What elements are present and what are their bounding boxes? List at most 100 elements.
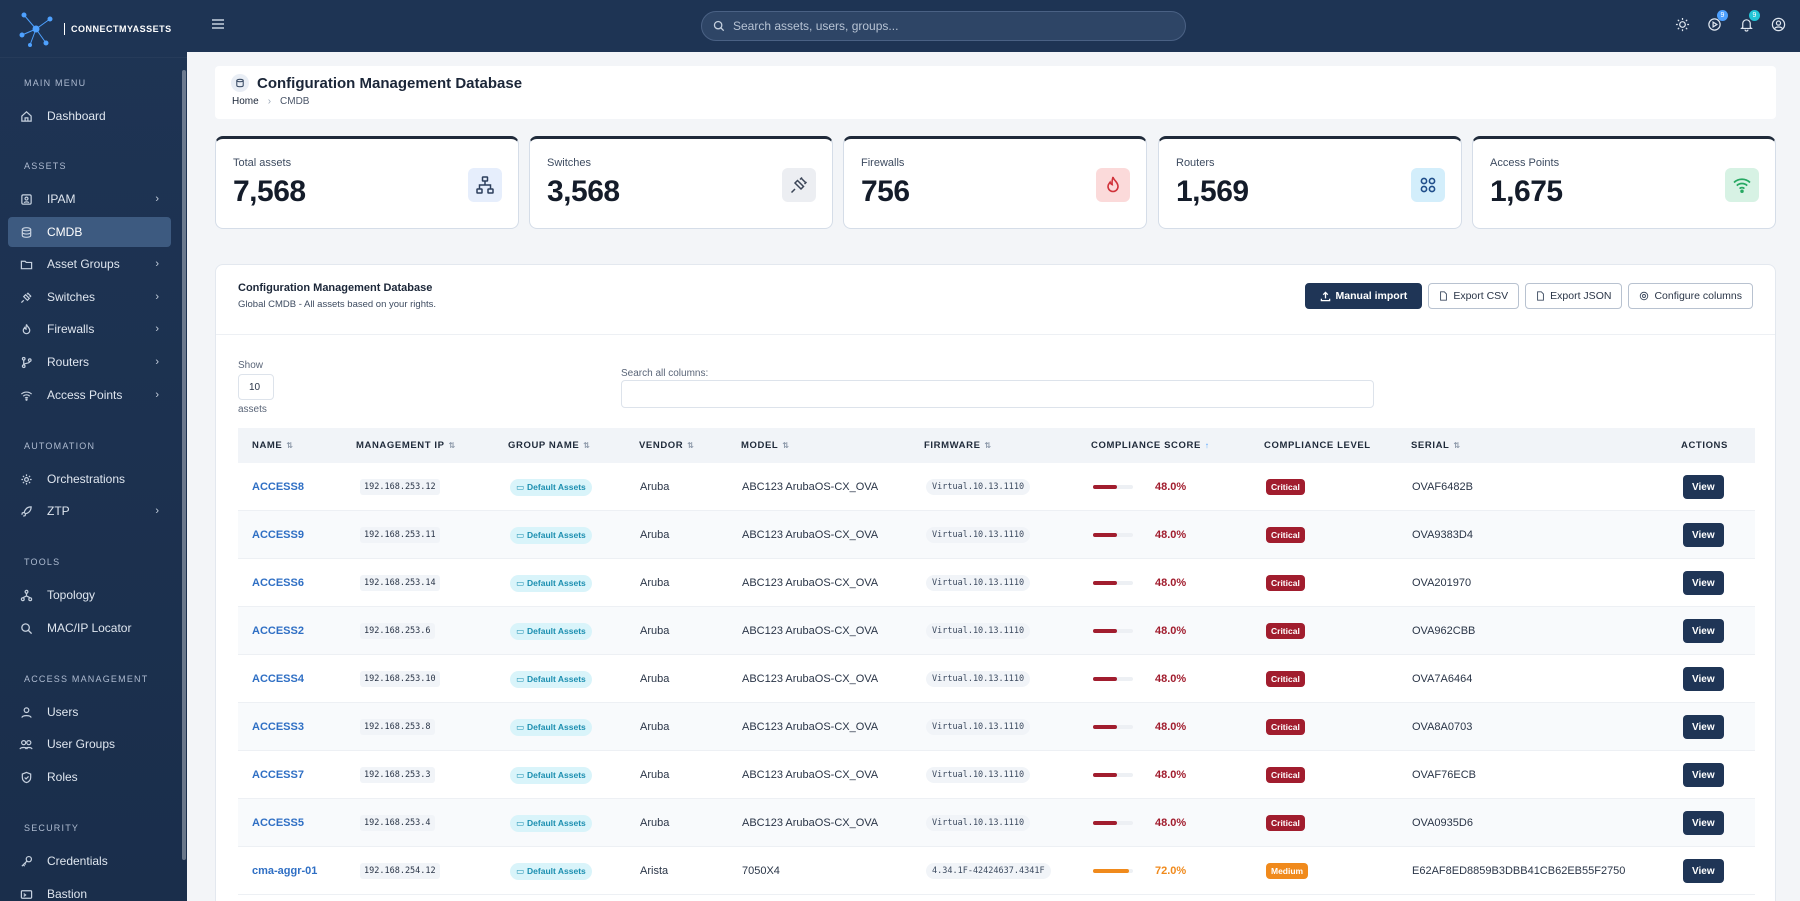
model: ABC123 ArubaOS-CX_OVA (742, 673, 879, 685)
serial: OVAF6482B (1412, 481, 1473, 493)
sidebar-item-asset-groups[interactable]: Asset Groups › (8, 249, 171, 279)
activity-icon[interactable]: 9 (1706, 10, 1728, 32)
view-button[interactable]: View (1683, 763, 1724, 787)
sidebar-scrollbar[interactable] (182, 70, 186, 860)
column-header-firmware[interactable]: FIRMWARE ⇅ (924, 440, 992, 451)
global-search-input[interactable] (733, 19, 1163, 33)
asset-name-link[interactable]: ACCESS8 (252, 481, 304, 493)
column-header-name[interactable]: NAME ⇅ (252, 440, 294, 451)
database-icon (231, 74, 249, 92)
column-label: MODEL (741, 440, 779, 451)
sidebar-item-access-points[interactable]: Access Points › (8, 380, 171, 410)
column-header-serial[interactable]: SERIAL ⇅ (1411, 440, 1461, 451)
manual-import-button[interactable]: Manual import (1304, 283, 1423, 309)
sidebar-item-label: Roles (47, 770, 78, 784)
configure-columns-button[interactable]: Configure columns (1628, 283, 1753, 309)
sidebar-item-user-groups[interactable]: User Groups (8, 729, 171, 759)
model: 7050X4 (742, 865, 780, 877)
sidebar-item-label: Bastion (47, 887, 88, 901)
brand-logo[interactable]: CONNECTMYASSETS (0, 0, 187, 58)
column-header-compliance-score[interactable]: COMPLIANCE SCORE ↑ (1091, 440, 1210, 451)
sidebar-item-bastion[interactable]: Bastion (8, 879, 171, 901)
stat-card-switches[interactable]: Switches 3,568 (529, 136, 833, 229)
sidebar-item-dashboard[interactable]: Dashboard (8, 101, 171, 131)
menu-toggle-icon[interactable] (211, 17, 225, 31)
sidebar-item-cmdb[interactable]: CMDB (8, 217, 171, 247)
asset-name-link[interactable]: ACCESS2 (252, 625, 304, 637)
serial: OVAF76ECB (1412, 769, 1476, 781)
bell-icon[interactable]: 9 (1738, 10, 1760, 32)
breadcrumb: Home › CMDB (232, 96, 309, 107)
compliance-score: 48.0% (1155, 625, 1187, 637)
group-badge[interactable]: ▭ Default Assets (510, 622, 592, 640)
column-header-management-ip[interactable]: MANAGEMENT IP ⇅ (356, 440, 456, 451)
table-row: ACCESS4 192.168.253.10 ▭ Default Assets Arub… (238, 655, 1755, 703)
page-title: Configuration Management Database (231, 74, 522, 92)
view-button[interactable]: View (1683, 859, 1724, 883)
logo-icon (19, 12, 53, 47)
view-button[interactable]: View (1683, 475, 1724, 499)
sidebar-item-credentials[interactable]: Credentials (8, 846, 171, 876)
group-badge[interactable]: ▭ Default Assets (510, 766, 592, 784)
column-header-vendor[interactable]: VENDOR ⇅ (639, 440, 695, 451)
group-badge[interactable]: ▭ Default Assets (510, 670, 592, 688)
asset-name-link[interactable]: ACCESS3 (252, 721, 304, 733)
stat-card-routers[interactable]: Routers 1,569 (1158, 136, 1462, 229)
sidebar-item-ipam[interactable]: IPAM › (8, 184, 171, 214)
theme-toggle-icon[interactable] (1674, 16, 1690, 32)
group-badge[interactable]: ▭ Default Assets (510, 478, 592, 496)
asset-name-link[interactable]: cma-aggr-01 (252, 865, 317, 877)
user-avatar-icon[interactable] (1770, 16, 1786, 32)
asset-name-link[interactable]: ACCESS5 (252, 817, 304, 829)
firmware-badge: Virtual.10.13.1110 (926, 623, 1031, 639)
column-header-compliance-level[interactable]: COMPLIANCE LEVEL (1264, 440, 1371, 451)
group-badge[interactable]: ▭ Default Assets (510, 574, 592, 592)
stat-card-total-assets[interactable]: Total assets 7,568 (215, 136, 519, 229)
sidebar-item-mac-ip-locator[interactable]: MAC/IP Locator (8, 613, 171, 643)
global-search[interactable] (701, 11, 1186, 41)
export-csv-button[interactable]: Export CSV (1428, 283, 1520, 309)
asset-name-link[interactable]: ACCESS6 (252, 577, 304, 589)
view-button[interactable]: View (1683, 811, 1724, 835)
sidebar-item-topology[interactable]: Topology (8, 580, 171, 610)
sidebar-item-users[interactable]: Users (8, 697, 171, 727)
vendor: Aruba (640, 529, 670, 541)
group-badge[interactable]: ▭ Default Assets (510, 718, 592, 736)
group-badge[interactable]: ▭ Default Assets (510, 526, 592, 544)
card-title: Configuration Management Database (238, 282, 433, 294)
view-button[interactable]: View (1683, 571, 1724, 595)
export-json-button[interactable]: Export JSON (1525, 283, 1623, 309)
column-header-group-name[interactable]: GROUP NAME ⇅ (508, 440, 591, 451)
group-badge[interactable]: ▭ Default Assets (510, 862, 592, 880)
compliance-bar-fill (1093, 725, 1117, 729)
group-name: Default Assets (527, 530, 586, 540)
view-button[interactable]: View (1683, 715, 1724, 739)
chevron-right-icon: › (155, 389, 159, 401)
breadcrumb-home[interactable]: Home (232, 96, 259, 107)
sidebar-item-firewalls[interactable]: Firewalls › (8, 314, 171, 344)
management-ip: 192.168.253.4 (360, 815, 435, 831)
folder-icon (19, 257, 33, 271)
page-size-select[interactable]: 10 (238, 374, 274, 400)
search-all-input[interactable] (621, 380, 1374, 408)
stat-card-firewalls[interactable]: Firewalls 756 (843, 136, 1147, 229)
sidebar-item-routers[interactable]: Routers › (8, 347, 171, 377)
view-button[interactable]: View (1683, 523, 1724, 547)
export-csv-label: Export CSV (1453, 290, 1509, 302)
sidebar-item-switches[interactable]: Switches › (8, 282, 171, 312)
view-button[interactable]: View (1683, 667, 1724, 691)
compliance-level-badge: Critical (1266, 815, 1305, 831)
asset-name-link[interactable]: ACCESS7 (252, 769, 304, 781)
group-badge[interactable]: ▭ Default Assets (510, 814, 592, 832)
sidebar-item-ztp[interactable]: ZTP › (8, 496, 171, 526)
view-button[interactable]: View (1683, 619, 1724, 643)
sidebar-item-orchestrations[interactable]: Orchestrations (8, 464, 171, 494)
column-header-model[interactable]: MODEL ⇅ (741, 440, 790, 451)
user-icon (19, 705, 33, 719)
asset-name-link[interactable]: ACCESS4 (252, 673, 304, 685)
asset-name-link[interactable]: ACCESS9 (252, 529, 304, 541)
sidebar-item-roles[interactable]: Roles (8, 762, 171, 792)
stat-value: 1,675 (1490, 175, 1563, 208)
stat-card-access-points[interactable]: Access Points 1,675 (1472, 136, 1776, 229)
folder-icon: ▭ (516, 673, 525, 684)
